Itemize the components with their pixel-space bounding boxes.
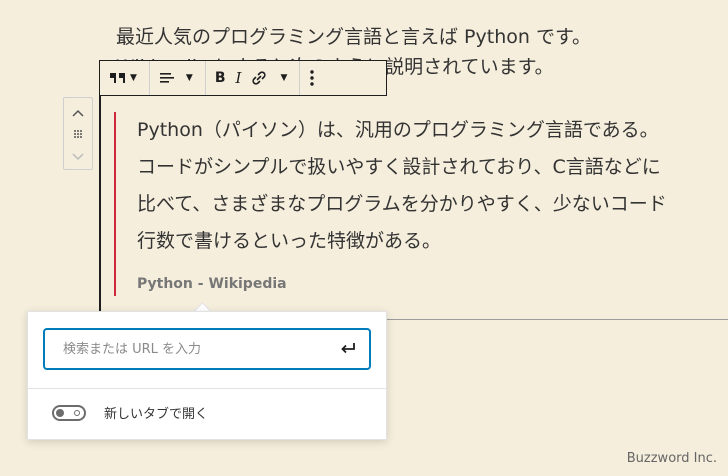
quote-line[interactable]: コードがシンプルで扱いやすく設計されており、C言語などに <box>137 149 728 186</box>
chevron-down-icon: ▼ <box>185 73 193 83</box>
options-group <box>300 61 324 95</box>
watermark: Buzzword Inc. <box>626 451 717 466</box>
more-formats-button[interactable]: ▼ <box>272 61 295 95</box>
chevron-down-icon: ▼ <box>280 73 288 83</box>
quote-line[interactable]: Python（パイソン）は、汎用のプログラミング言語である。 <box>137 112 728 149</box>
url-input-wrapper <box>43 328 371 370</box>
align-button[interactable]: ▼ <box>154 61 201 95</box>
move-down-button[interactable] <box>64 144 92 166</box>
toggle-knob <box>56 408 64 417</box>
block-type-switcher[interactable]: ▼ <box>104 61 145 95</box>
popover-divider <box>28 388 386 389</box>
drag-handle-icon <box>73 124 83 143</box>
enter-icon <box>340 340 356 359</box>
drag-handle[interactable] <box>64 123 92 145</box>
chevron-down-icon: ▼ <box>130 73 137 83</box>
paragraph-line-1: 最近人気のプログラミング言語と言えば Python です。 <box>116 26 592 48</box>
alignment-group: ▼ <box>150 61 206 95</box>
more-options-icon <box>309 69 315 87</box>
block-mover <box>63 97 93 170</box>
link-button[interactable] <box>246 61 272 95</box>
format-group: B I ▼ <box>206 61 301 95</box>
toggle-off-indicator <box>74 409 80 416</box>
move-up-button[interactable] <box>64 101 92 123</box>
chevron-up-icon <box>72 102 84 121</box>
url-search-input[interactable] <box>61 340 337 358</box>
bold-icon: B <box>214 70 226 86</box>
italic-icon: I <box>235 69 242 87</box>
italic-button[interactable]: I <box>231 61 247 95</box>
quote-citation[interactable]: Python - Wikipedia <box>137 276 728 296</box>
new-tab-label[interactable]: 新しいタブで開く <box>104 403 208 422</box>
quote-block[interactable]: Python（パイソン）は、汎用のプログラミング言語である。 コードがシンプルで… <box>114 112 728 296</box>
more-options-button[interactable] <box>304 61 320 95</box>
quote-line[interactable]: 行数で書けるといった特徴がある。 <box>137 223 728 260</box>
block-switcher-group: ▼ <box>100 61 150 95</box>
quote-line[interactable]: 比べて、さまざまなプログラムを分かりやすく、少ないコード <box>137 186 728 223</box>
bold-button[interactable]: B <box>210 61 231 95</box>
new-tab-toggle[interactable] <box>52 404 86 421</box>
block-toolbar: ▼ ▼ B I ▼ <box>99 60 387 96</box>
quote-block-icon <box>109 71 127 85</box>
link-icon <box>251 70 267 86</box>
new-tab-setting: 新しいタブで開く <box>52 403 208 422</box>
align-icon <box>159 71 175 85</box>
link-popover: 新しいタブで開く <box>27 311 387 440</box>
submit-link-button[interactable] <box>337 338 359 360</box>
chevron-down-icon <box>72 146 84 165</box>
